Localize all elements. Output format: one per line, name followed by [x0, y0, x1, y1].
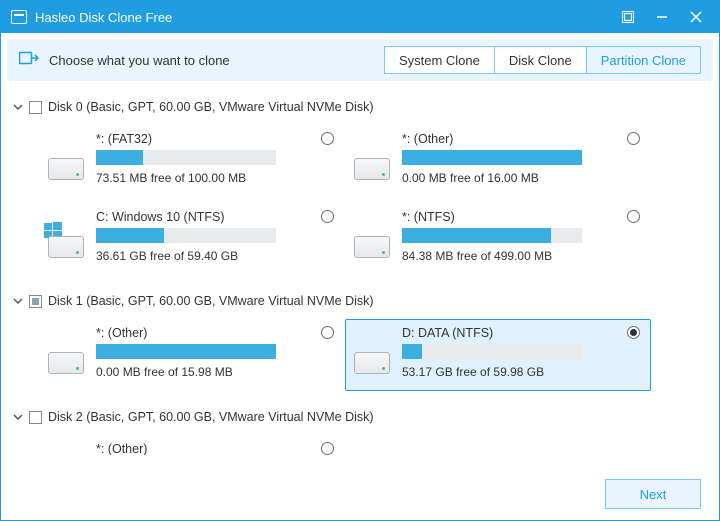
partition-name: *: (Other)	[402, 132, 642, 146]
partition-name: *: (FAT32)	[96, 132, 336, 146]
partition-free: 73.51 MB free of 100.00 MB	[96, 171, 336, 185]
partition-item[interactable]: *: (Other)	[39, 435, 345, 455]
usage-bar	[96, 344, 276, 359]
chevron-down-icon[interactable]	[11, 296, 25, 306]
disk-header[interactable]: Disk 2 (Basic, GPT, 60.00 GB, VMware Vir…	[11, 405, 709, 429]
usage-bar	[96, 228, 276, 243]
header-bar: Choose what you want to clone System Clo…	[7, 39, 713, 81]
disk-title: Disk 1 (Basic, GPT, 60.00 GB, VMware Vir…	[48, 294, 374, 308]
partition-radio[interactable]	[321, 326, 334, 339]
partition-radio[interactable]	[627, 132, 640, 145]
partition-item[interactable]: *: (Other) 0.00 MB free of 16.00 MB	[345, 125, 651, 197]
disk-header[interactable]: Disk 0 (Basic, GPT, 60.00 GB, VMware Vir…	[11, 95, 709, 119]
chevron-down-icon[interactable]	[11, 102, 25, 112]
partition-free: 0.00 MB free of 16.00 MB	[402, 171, 642, 185]
drive-icon	[44, 338, 88, 382]
drive-icon	[44, 454, 88, 455]
next-button[interactable]: Next	[605, 479, 701, 509]
chevron-down-icon[interactable]	[11, 412, 25, 422]
partition-name: D: DATA (NTFS)	[402, 326, 642, 340]
partition-name: C: Windows 10 (NTFS)	[96, 210, 336, 224]
mode-system-clone[interactable]: System Clone	[384, 46, 495, 74]
disk-checkbox[interactable]	[29, 295, 42, 308]
partition-item[interactable]: D: DATA (NTFS) 53.17 GB free of 59.98 GB	[345, 319, 651, 391]
drive-icon	[350, 338, 394, 382]
partition-radio[interactable]	[321, 132, 334, 145]
partition-radio[interactable]	[627, 326, 640, 339]
disk-title: Disk 2 (Basic, GPT, 60.00 GB, VMware Vir…	[48, 410, 374, 424]
drive-icon	[350, 144, 394, 188]
footer: Next	[1, 468, 719, 520]
app-window: Hasleo Disk Clone Free Choose what you w…	[0, 0, 720, 521]
mode-partition-clone[interactable]: Partition Clone	[586, 46, 701, 74]
partition-name: *: (Other)	[96, 326, 336, 340]
app-title: Hasleo Disk Clone Free	[35, 10, 611, 25]
minimize-button[interactable]	[645, 1, 679, 33]
header-instruction: Choose what you want to clone	[49, 53, 385, 68]
close-button[interactable]	[679, 1, 713, 33]
partition-item[interactable]: *: (Other) 0.00 MB free of 15.98 MB	[39, 319, 345, 391]
partition-radio[interactable]	[627, 210, 640, 223]
partition-free: 0.00 MB free of 15.98 MB	[96, 365, 336, 379]
usage-bar	[96, 150, 276, 165]
partition-name: *: (NTFS)	[402, 210, 642, 224]
usage-bar	[402, 344, 582, 359]
drive-icon	[350, 222, 394, 266]
usage-bar	[402, 228, 582, 243]
disk-title: Disk 0 (Basic, GPT, 60.00 GB, VMware Vir…	[48, 100, 374, 114]
disk-checkbox[interactable]	[29, 411, 42, 424]
drive-icon	[44, 144, 88, 188]
drive-icon	[44, 222, 88, 266]
clone-mode-tabs: System Clone Disk Clone Partition Clone	[385, 46, 701, 74]
disk-checkbox[interactable]	[29, 101, 42, 114]
restore-button[interactable]	[611, 1, 645, 33]
titlebar: Hasleo Disk Clone Free	[1, 1, 719, 33]
partition-radio[interactable]	[321, 210, 334, 223]
disk-header[interactable]: Disk 1 (Basic, GPT, 60.00 GB, VMware Vir…	[11, 289, 709, 313]
mode-disk-clone[interactable]: Disk Clone	[494, 46, 587, 74]
partition-free: 84.38 MB free of 499.00 MB	[402, 249, 642, 263]
app-logo-icon	[11, 10, 27, 24]
partition-item[interactable]: *: (FAT32) 73.51 MB free of 100.00 MB	[39, 125, 345, 197]
disk-list: Disk 0 (Basic, GPT, 60.00 GB, VMware Vir…	[1, 87, 719, 468]
partition-free: 53.17 GB free of 59.98 GB	[402, 365, 642, 379]
partition-item[interactable]: C: Windows 10 (NTFS) 36.61 GB free of 59…	[39, 203, 345, 275]
usage-bar	[402, 150, 582, 165]
partition-free: 36.61 GB free of 59.40 GB	[96, 249, 336, 263]
clone-step-icon	[19, 49, 39, 72]
partition-item[interactable]: *: (NTFS) 84.38 MB free of 499.00 MB	[345, 203, 651, 275]
partition-radio[interactable]	[321, 442, 334, 455]
partition-name: *: (Other)	[96, 442, 336, 455]
